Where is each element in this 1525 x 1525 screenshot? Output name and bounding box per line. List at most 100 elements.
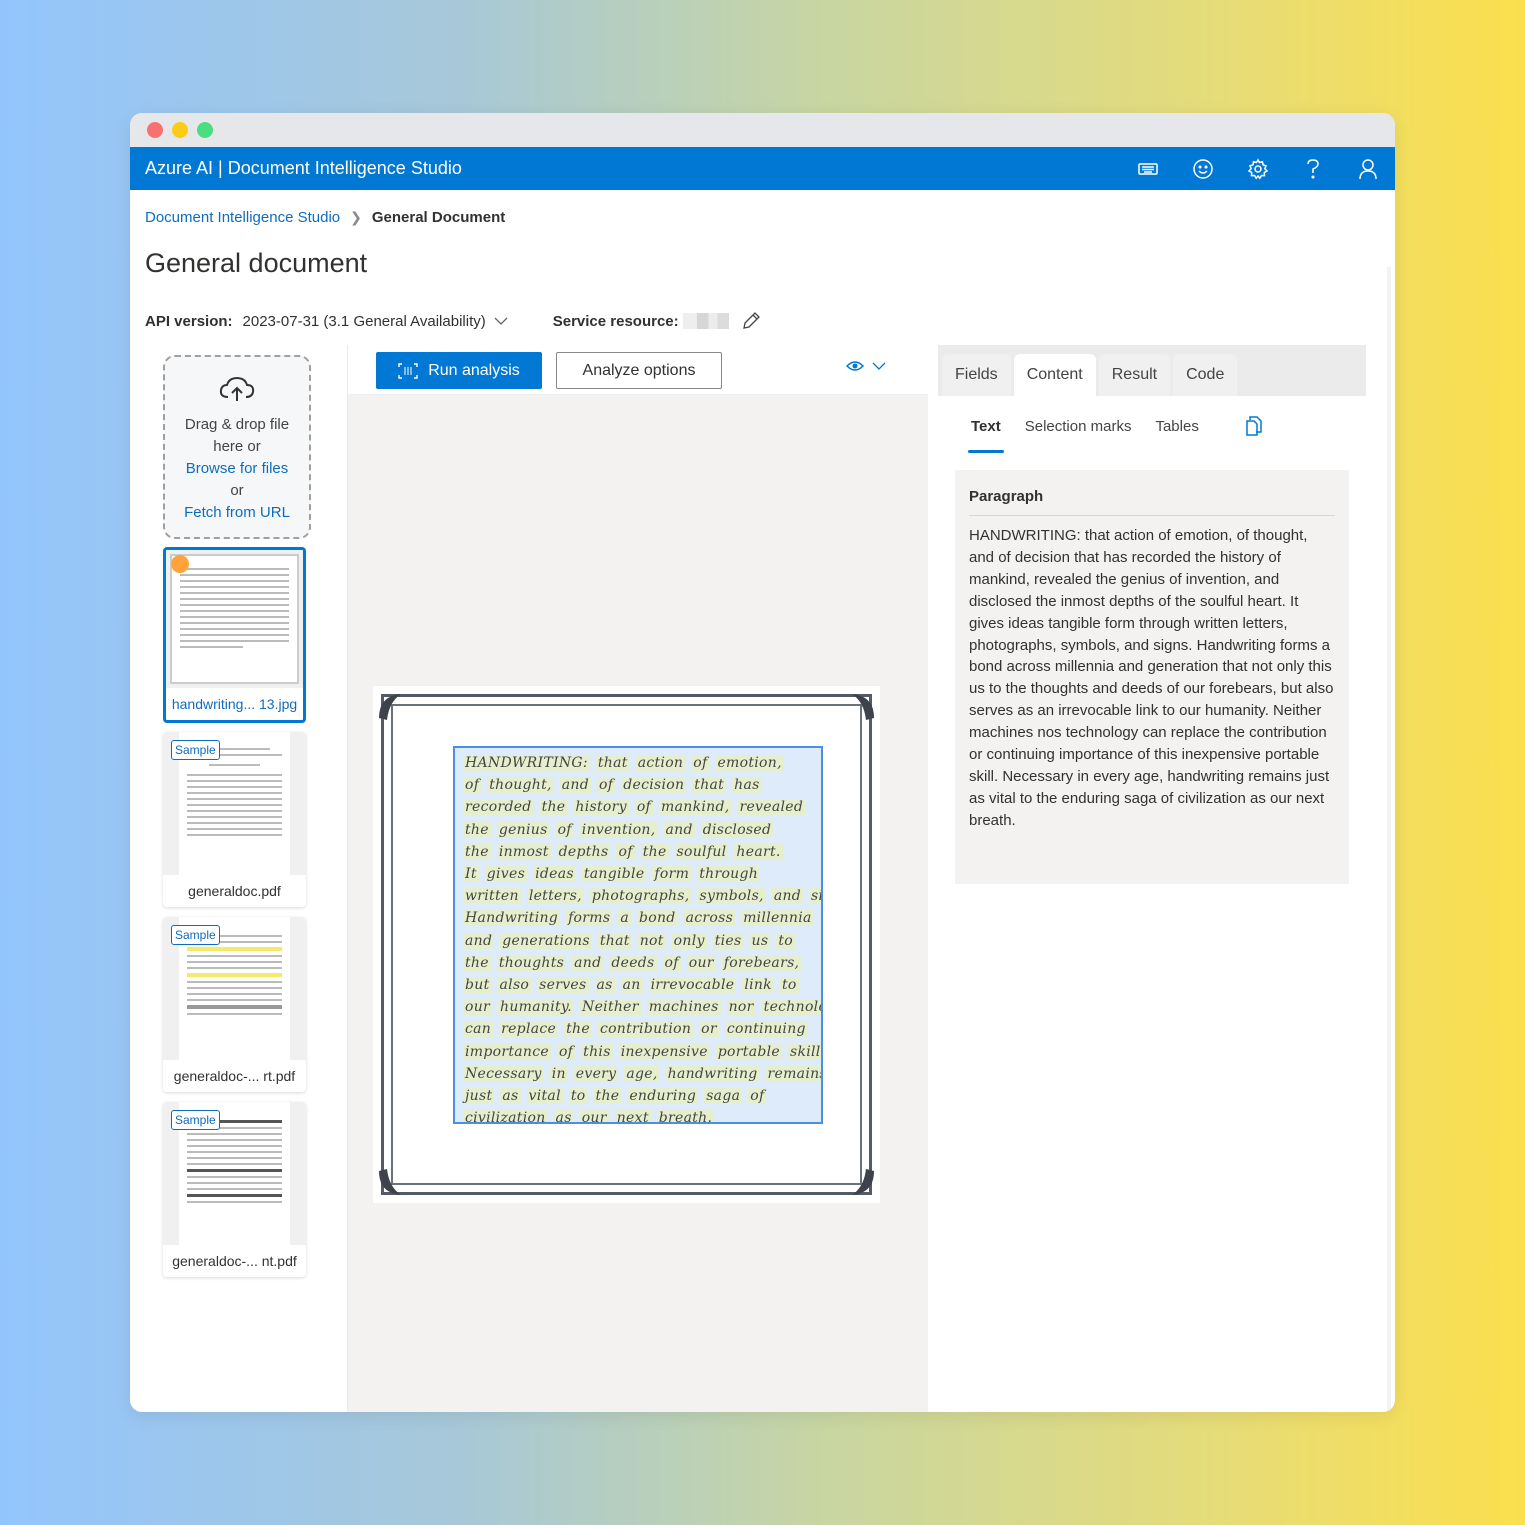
word-highlight[interactable]: as <box>500 1088 521 1105</box>
word-highlight[interactable]: as <box>594 977 615 994</box>
file-dropzone[interactable]: Drag & drop file here or Browse for file… <box>163 355 311 539</box>
word-highlight[interactable]: depths <box>556 843 611 860</box>
word-highlight[interactable]: technology <box>761 999 821 1016</box>
file-thumbnail-generaldoc[interactable]: Sample generaldoc.pdf <box>163 732 306 907</box>
word-highlight[interactable]: gives <box>484 866 528 883</box>
word-highlight[interactable]: across <box>683 910 736 927</box>
word-highlight[interactable]: the <box>564 1021 592 1038</box>
minimize-window-button[interactable] <box>172 122 188 138</box>
word-highlight[interactable]: and <box>559 777 591 794</box>
run-analysis-button[interactable]: Run analysis <box>376 352 542 389</box>
word-highlight[interactable]: skill. <box>787 1043 821 1060</box>
word-highlight[interactable]: and <box>572 954 604 971</box>
word-highlight[interactable]: portable <box>715 1043 782 1060</box>
subtab-tables[interactable]: Tables <box>1155 412 1198 441</box>
word-highlight[interactable]: us <box>749 932 771 949</box>
word-highlight[interactable]: age, <box>624 1065 660 1082</box>
word-highlight[interactable]: can <box>463 1021 494 1038</box>
word-highlight[interactable]: the <box>463 843 491 860</box>
word-highlight[interactable]: of <box>616 843 635 860</box>
word-highlight[interactable]: to <box>776 932 795 949</box>
word-highlight[interactable]: letters, <box>526 888 584 905</box>
maximize-window-button[interactable] <box>197 122 213 138</box>
word-highlight[interactable]: and <box>771 888 804 905</box>
word-highlight[interactable]: of <box>555 821 574 838</box>
word-highlight[interactable]: bond <box>637 910 678 927</box>
file-thumbnail-generaldoc-rt[interactable]: Sample generaldoc-... rt.pdf <box>163 917 306 1092</box>
settings-button[interactable] <box>1230 147 1285 190</box>
word-highlight[interactable]: the <box>539 799 568 816</box>
word-highlight[interactable]: also <box>497 977 532 994</box>
word-highlight[interactable]: or <box>699 1021 719 1038</box>
word-highlight[interactable]: written <box>463 888 521 905</box>
word-highlight[interactable]: action <box>635 755 686 771</box>
word-highlight[interactable]: heart. <box>734 843 783 860</box>
tab-fields[interactable]: Fields <box>942 354 1011 396</box>
word-highlight[interactable]: continuing <box>724 1021 808 1038</box>
word-highlight[interactable]: deeds <box>609 954 657 971</box>
word-highlight[interactable]: form <box>652 866 692 883</box>
word-highlight[interactable]: of <box>597 777 616 794</box>
keyboard-shortcuts-button[interactable] <box>1120 147 1175 190</box>
word-highlight[interactable]: of <box>691 755 710 771</box>
word-highlight[interactable]: ideas <box>533 866 576 883</box>
word-highlight[interactable]: photographs, <box>589 888 692 905</box>
word-highlight[interactable]: It <box>463 866 479 883</box>
word-highlight[interactable]: contribution <box>597 1021 694 1038</box>
page-scrollbar[interactable] <box>1387 267 1391 1412</box>
word-highlight[interactable]: that <box>595 755 630 771</box>
word-highlight[interactable]: the <box>463 954 491 971</box>
word-highlight[interactable]: the <box>593 1088 622 1105</box>
word-highlight[interactable]: tangible <box>581 866 647 883</box>
word-highlight[interactable]: that <box>692 777 727 794</box>
close-window-button[interactable] <box>147 122 163 138</box>
word-highlight[interactable]: has <box>732 777 762 794</box>
word-highlight[interactable]: HANDWRITING: <box>463 755 590 771</box>
word-highlight[interactable]: as <box>553 1110 574 1122</box>
word-highlight[interactable]: link <box>742 977 774 994</box>
word-highlight[interactable]: machines <box>646 999 721 1016</box>
word-highlight[interactable]: mankind, <box>659 799 732 816</box>
word-highlight[interactable]: inexpensive <box>618 1043 710 1060</box>
word-highlight[interactable]: signs. <box>809 888 821 905</box>
word-highlight[interactable]: forms <box>566 910 613 927</box>
tab-code[interactable]: Code <box>1173 354 1238 396</box>
word-highlight[interactable]: next <box>614 1110 651 1122</box>
word-highlight[interactable]: and <box>463 932 495 949</box>
word-highlight[interactable]: replace <box>499 1021 559 1038</box>
word-highlight[interactable]: to <box>568 1088 588 1105</box>
word-highlight[interactable]: through <box>697 866 761 883</box>
word-highlight[interactable]: history <box>573 799 629 816</box>
analyze-options-button[interactable]: Analyze options <box>556 352 722 389</box>
subtab-selection-marks[interactable]: Selection marks <box>1025 412 1132 441</box>
word-highlight[interactable]: recorded <box>463 799 534 816</box>
word-highlight[interactable]: inmost <box>496 843 551 860</box>
word-highlight[interactable]: vital <box>526 1088 563 1105</box>
browse-files-link[interactable]: Browse for files <box>165 458 309 480</box>
help-button[interactable] <box>1285 147 1340 190</box>
edit-pencil-icon[interactable] <box>741 311 761 331</box>
word-highlight[interactable]: soulful <box>674 843 729 860</box>
word-highlight[interactable]: handwriting <box>665 1065 760 1082</box>
word-highlight[interactable]: only <box>671 932 707 949</box>
word-highlight[interactable]: of <box>463 777 482 794</box>
word-highlight[interactable]: nor <box>726 999 756 1016</box>
word-highlight[interactable]: but <box>463 977 492 994</box>
word-highlight[interactable]: serves <box>537 977 589 994</box>
word-highlight[interactable]: our <box>579 1110 609 1122</box>
word-highlight[interactable]: irrevocable <box>648 977 737 994</box>
copy-icon[interactable] <box>1245 416 1263 436</box>
word-highlight[interactable]: invention, <box>579 821 658 838</box>
word-highlight[interactable]: not <box>637 932 666 949</box>
word-highlight[interactable]: symbols, <box>697 888 766 905</box>
word-highlight[interactable]: revealed <box>737 799 806 816</box>
word-highlight[interactable]: our <box>686 954 716 971</box>
word-highlight[interactable]: thoughts <box>496 954 567 971</box>
word-highlight[interactable]: that <box>597 932 632 949</box>
word-highlight[interactable]: forebears, <box>721 954 802 971</box>
layer-visibility-toggle[interactable] <box>846 360 886 372</box>
word-highlight[interactable]: disclosed <box>700 821 774 838</box>
word-highlight[interactable]: in <box>549 1065 568 1082</box>
word-highlight[interactable]: the <box>463 821 491 838</box>
breadcrumb-root-link[interactable]: Document Intelligence Studio <box>145 209 340 226</box>
